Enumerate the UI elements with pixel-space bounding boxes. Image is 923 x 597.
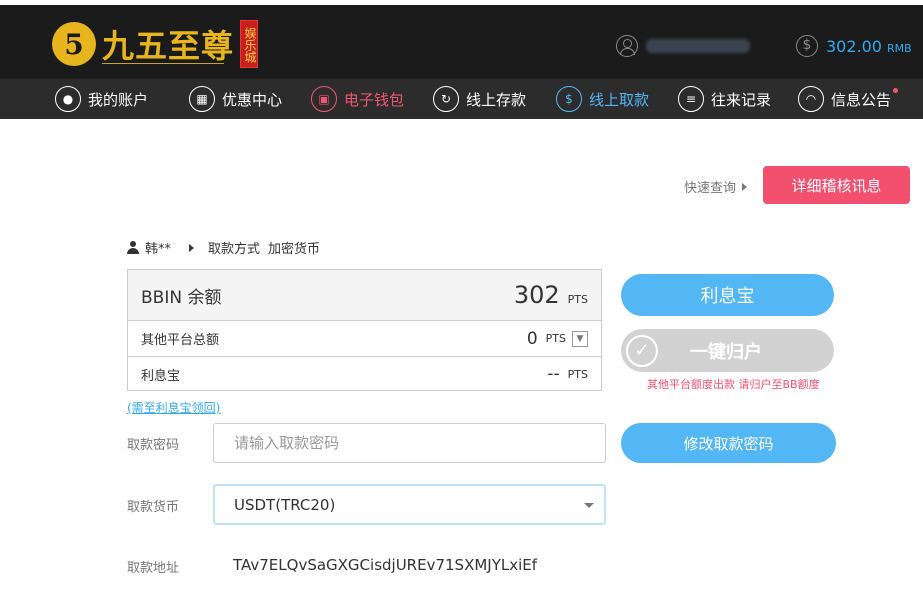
user-account-info[interactable]: [616, 35, 750, 57]
withdraw-password-input[interactable]: [213, 423, 606, 463]
user-icon: [127, 241, 139, 254]
audit-details-button[interactable]: 详细稽核讯息: [763, 166, 910, 204]
main-nav: ● 我的账户 ▦ 优惠中心 ▣ 电子钱包 ↻ 线上存款 $ 线上取款 ≡ 往来记…: [0, 79, 923, 119]
other-platform-amount: 0: [526, 328, 538, 349]
logo-badge: 娱乐城: [240, 20, 259, 68]
bbin-balance-amount: 302: [513, 281, 560, 309]
collect-all-button[interactable]: ✓ 一键归户: [621, 329, 834, 372]
nav-promotions[interactable]: ▦ 优惠中心: [189, 79, 282, 119]
gift-icon: ▦: [189, 86, 215, 112]
balance-value: 302.00: [826, 36, 882, 56]
pts-unit: PTS: [567, 293, 588, 306]
deposit-icon: ↻: [433, 86, 459, 112]
bbin-balance-label: BBIN 余额: [141, 287, 222, 308]
interest-amount-wrap: -- PTS: [547, 364, 588, 384]
chevron-down-icon[interactable]: ▼: [572, 330, 588, 347]
nav-my-account[interactable]: ● 我的账户: [55, 79, 148, 119]
logo-mark: 5: [52, 22, 96, 66]
notification-dot: [893, 88, 899, 93]
user-icon: ●: [55, 86, 81, 112]
bbin-balance-amount-wrap: 302 PTS: [514, 281, 588, 309]
nav-label: 优惠中心: [222, 90, 283, 109]
chevron-right-icon: [189, 243, 195, 252]
change-password-button[interactable]: 修改取款密码: [621, 423, 836, 463]
breadcrumb-username: 韩**: [145, 242, 172, 257]
nav-label: 信息公告: [831, 90, 892, 109]
password-label: 取款密码: [127, 438, 180, 453]
records-icon: ≡: [678, 86, 704, 112]
other-platform-label: 其他平台总额: [141, 333, 220, 348]
pts-unit: PTS: [545, 332, 566, 345]
bell-icon: ◠: [798, 86, 824, 112]
currency-label: 取款货币: [127, 500, 180, 515]
chevron-down-icon: [584, 503, 594, 508]
dollar-icon: $: [796, 35, 818, 57]
other-platform-amount-wrap: 0 PTS ▼: [527, 329, 588, 349]
nav-label: 往来记录: [711, 90, 772, 109]
nav-withdraw[interactable]: $ 线上取款: [556, 79, 649, 119]
withdraw-icon: $: [556, 86, 582, 112]
username-redacted: [646, 39, 750, 53]
interest-claim-link[interactable]: (需至利息宝领回): [127, 399, 220, 416]
balance-box: BBIN 余额 302 PTS 其他平台总额 0 PTS ▼ 利息宝 -- PTS: [127, 269, 602, 391]
pts-unit: PTS: [567, 367, 588, 381]
interest-row: 利息宝 -- PTS: [128, 356, 601, 391]
logo-ornament: [102, 63, 224, 65]
other-platform-row: 其他平台总额 0 PTS ▼: [128, 321, 601, 356]
nav-label: 电子钱包: [344, 90, 405, 109]
collect-all-label: 一键归户: [690, 341, 762, 363]
site-logo[interactable]: 5 九五至尊 娱乐城: [52, 14, 259, 74]
breadcrumb: 韩** 取款方式 加密货币: [127, 238, 320, 257]
nav-label: 线上取款: [589, 90, 650, 109]
top-header: 5 九五至尊 娱乐城 $ 302.00 RMB: [0, 0, 923, 79]
currency-selected-value: USDT(TRC20): [234, 495, 336, 514]
nav-e-wallet[interactable]: ▣ 电子钱包: [311, 79, 404, 119]
nav-deposit[interactable]: ↻ 线上存款: [433, 79, 526, 119]
interest-amount: --: [547, 364, 560, 384]
bbin-balance-row: BBIN 余额 302 PTS: [128, 270, 601, 321]
nav-label: 线上存款: [466, 90, 527, 109]
quick-query-link[interactable]: 快速查询: [684, 177, 747, 196]
check-icon: ✓: [626, 334, 658, 367]
header-balance: $ 302.00 RMB: [796, 35, 912, 57]
address-label: 取款地址: [127, 561, 180, 576]
nav-label: 我的账户: [88, 90, 149, 109]
withdraw-address: TAv7ELQvSaGXGCisdjUREv71SXMJYLxiEf: [233, 556, 538, 574]
nav-records[interactable]: ≡ 往来记录: [678, 79, 771, 119]
wallet-icon: ▣: [311, 86, 337, 112]
currency-select[interactable]: USDT(TRC20): [213, 484, 606, 525]
logo-name: 九五至尊: [102, 27, 235, 65]
breadcrumb-method-value: 加密货币: [268, 242, 321, 257]
interest-label: 利息宝: [141, 368, 181, 384]
breadcrumb-method-label: 取款方式: [208, 242, 261, 257]
user-icon: [616, 35, 638, 57]
interest-button[interactable]: 利息宝: [621, 274, 834, 316]
balance-unit: RMB: [886, 41, 912, 55]
nav-announcements[interactable]: ◠ 信息公告: [798, 79, 899, 119]
collect-note: 其他平台额度出款 请归户至BB额度: [647, 378, 820, 391]
